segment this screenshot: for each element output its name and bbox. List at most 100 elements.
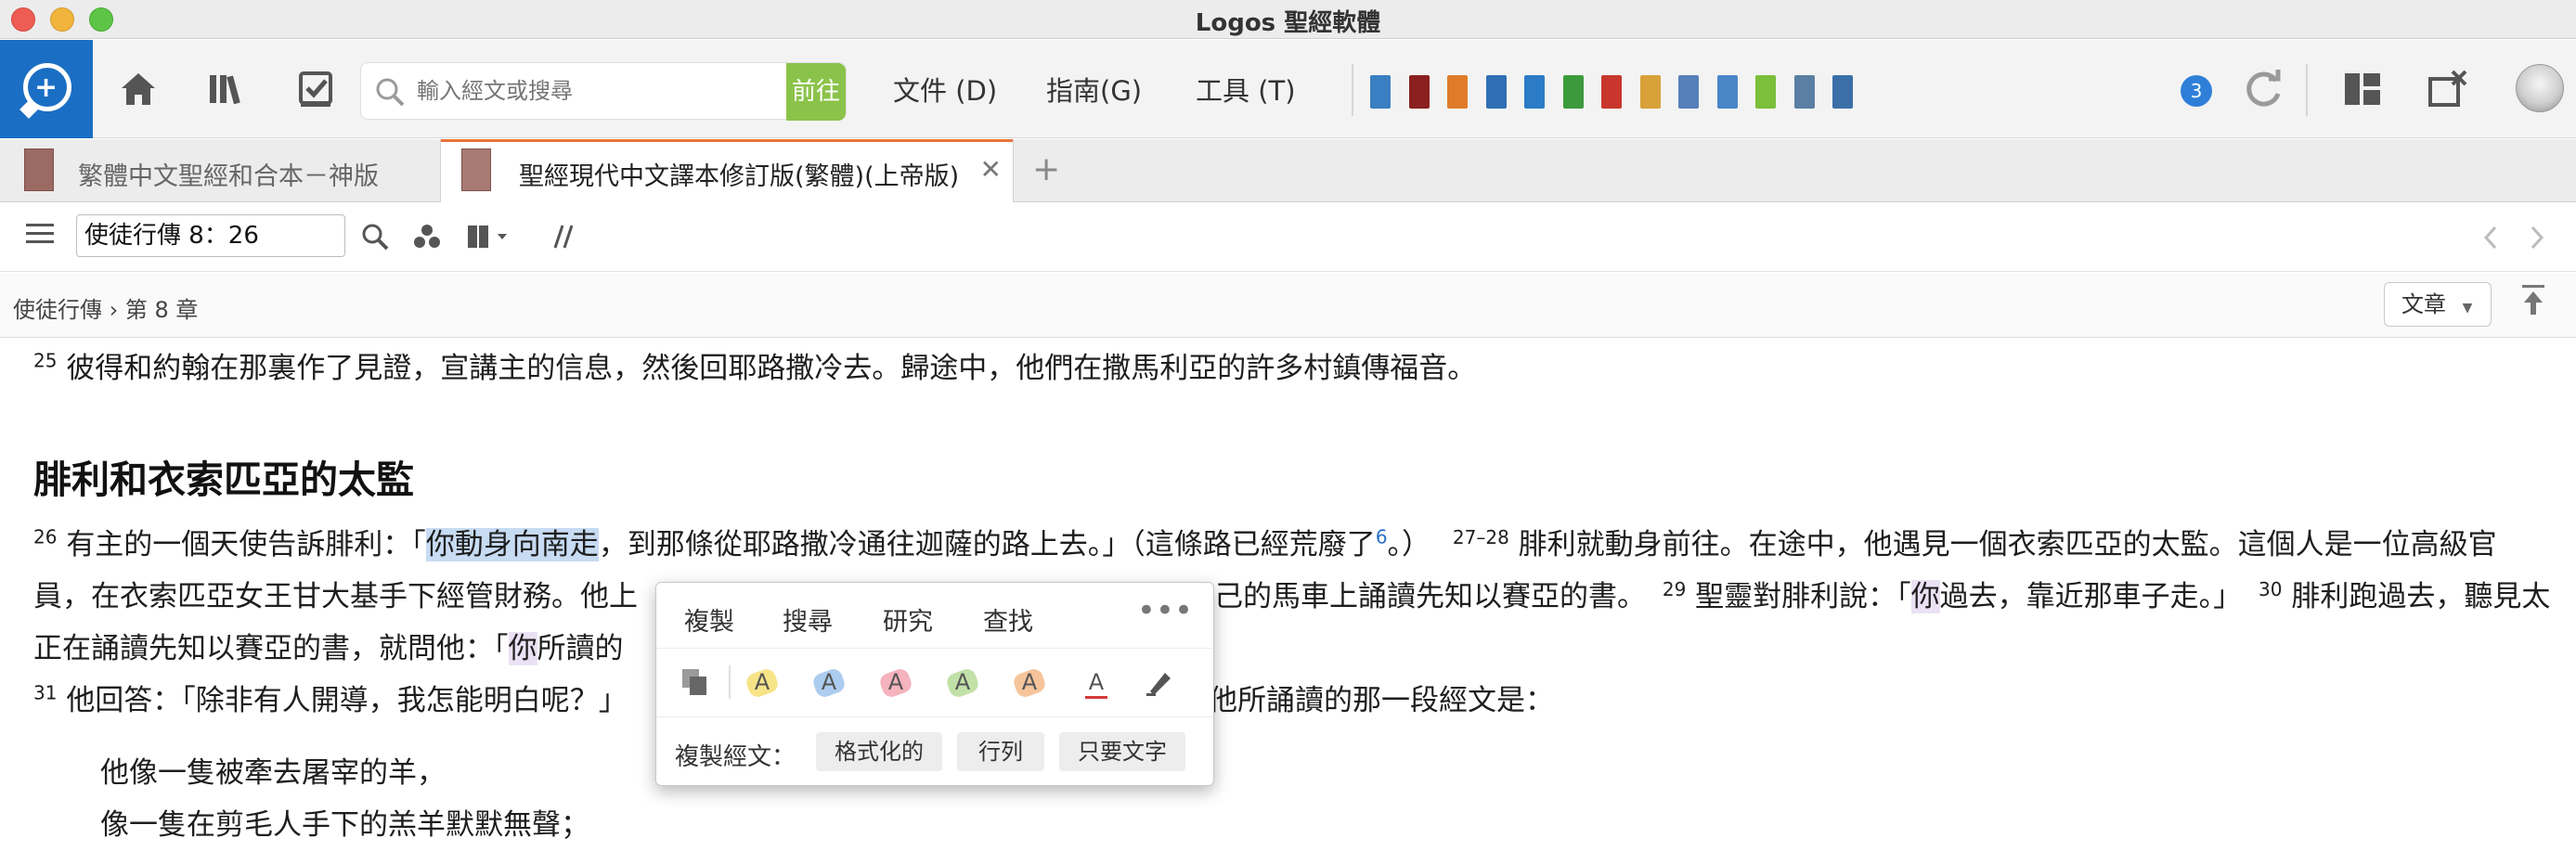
popup-divider xyxy=(729,665,731,699)
verse-text: 腓利就動身前往。在途中，他遇見一個衣索匹亞的太監。這個人是一位高級官 xyxy=(1518,528,2497,561)
highlighted-word[interactable]: 你 xyxy=(1910,580,1940,613)
selected-text[interactable]: 你動身向南走 xyxy=(425,528,599,561)
research-action[interactable]: 研究 xyxy=(883,601,933,638)
find-action[interactable]: 查找 xyxy=(983,601,1033,638)
verse-text: 他所誦讀的那一段經文是： xyxy=(1209,684,1554,717)
tab-today-chinese-version[interactable]: 聖經現代中文譯本修訂版(繁體)(上帝版) ✕ xyxy=(440,139,1014,202)
verse-number: 30 xyxy=(2259,577,2283,600)
verse-text: 他回答：「除非有人開導，我怎能明白呢？」 xyxy=(66,684,628,717)
verse-text: 員，在衣索匹亞女王甘大基手下經管財務。他上 xyxy=(33,580,638,613)
recent-book-icon[interactable] xyxy=(1562,75,1584,109)
quoted-poetry-line: 他像一隻被牽去屠宰的羊， xyxy=(100,756,446,790)
highlight-yellow-icon[interactable]: A xyxy=(744,665,781,700)
recent-book-icon[interactable] xyxy=(1716,75,1738,109)
chevron-left-icon[interactable] xyxy=(2480,224,2501,259)
verse-26-line[interactable]: 26 有主的一個天使告訴腓利：「你動身向南走，到那條從耶路撒冷通往迦薩的路上去。… xyxy=(33,524,2497,565)
view-mode-dropdown[interactable]: 文章 ▼ xyxy=(2384,282,2492,327)
breadcrumb-book[interactable]: 使徒行傳 xyxy=(13,297,102,323)
copy-text-only-button[interactable]: 只要文字 xyxy=(1059,732,1185,771)
highlight-orange-icon[interactable]: A xyxy=(1011,665,1048,700)
sync-icon[interactable] xyxy=(2241,66,2287,112)
checklist-icon[interactable] xyxy=(293,66,340,112)
search-icon[interactable] xyxy=(374,76,406,108)
search-input[interactable] xyxy=(417,72,760,110)
more-options-icon[interactable]: ••• xyxy=(1137,592,1193,629)
recent-book-icon[interactable] xyxy=(1447,75,1468,109)
verse-31-line[interactable]: 31 他回答：「除非有人開導，我怎能明白呢？」 xyxy=(33,680,628,721)
recent-book-icon[interactable] xyxy=(1524,75,1545,109)
layouts-icon[interactable] xyxy=(2339,66,2386,112)
footnote-marker[interactable]: 6 xyxy=(1376,526,1388,548)
user-avatar[interactable] xyxy=(2516,64,2564,112)
tab-label: 繁體中文聖經和合本－神版 xyxy=(78,162,379,191)
close-tab-icon[interactable]: ✕ xyxy=(980,154,1002,185)
recent-book-icon[interactable] xyxy=(1793,75,1815,109)
highlight-green-icon[interactable]: A xyxy=(944,665,981,700)
copy-verse-label: 複製經文： xyxy=(675,743,796,771)
logos-home-button[interactable]: + xyxy=(0,40,93,138)
toolbar-divider xyxy=(2306,64,2308,116)
recent-book-icon[interactable] xyxy=(1678,75,1699,109)
recent-book-icon[interactable] xyxy=(1408,75,1430,109)
book-cover-thumbnail xyxy=(461,148,491,191)
link-set-icon[interactable] xyxy=(548,222,577,259)
verse-text: ，到那條從耶路撒冷通往迦薩的路上去。」（這條路已經荒廢了 xyxy=(598,528,1376,561)
recent-book-icon[interactable] xyxy=(1639,75,1661,109)
breadcrumb-bar: 使徒行傳 › 第 8 章 文章 ▼ xyxy=(0,273,2576,338)
copy-inline-button[interactable]: 行列 xyxy=(957,732,1044,771)
tab-chinese-union-version[interactable]: 繁體中文聖經和合本－神版 xyxy=(0,139,440,202)
menu-documents[interactable]: 文件 (D) xyxy=(893,70,997,109)
main-toolbar: + 前往 文件 (D) 指南(G) 工具 (T) 3 xyxy=(0,40,2576,138)
library-icon[interactable] xyxy=(204,66,251,112)
breadcrumb-separator: › xyxy=(109,297,119,323)
notification-badge[interactable]: 3 xyxy=(2181,75,2212,107)
search-box: 前往 xyxy=(360,62,847,121)
menu-tools[interactable]: 工具 (T) xyxy=(1196,70,1296,109)
recent-book-icon[interactable] xyxy=(1755,75,1776,109)
verse-text: 腓利跑過去，聽見太 xyxy=(2291,580,2551,613)
verse-25[interactable]: 25 彼得和約翰在那裏作了見證，宣講主的信息，然後回耶路撒冷去。歸途中，他們在撒… xyxy=(33,348,1476,389)
verse-30-line[interactable]: 正在誦讀先知以賽亞的書，就問他：「你所讀的 xyxy=(33,628,624,669)
search-icon[interactable] xyxy=(360,222,390,259)
verse-text: 有主的一個天使告訴腓利：「 xyxy=(66,528,426,561)
highlighted-word[interactable]: 你 xyxy=(508,632,537,665)
window-title: Logos 聖經軟體 xyxy=(1195,9,1381,37)
scroll-to-top-icon[interactable] xyxy=(2519,282,2547,326)
verse-27-line[interactable]: 員，在衣索匹亞女王甘大基手下經管財務。他上 xyxy=(33,576,638,617)
copy-formatted-button[interactable]: 格式化的 xyxy=(816,732,942,771)
go-button[interactable]: 前往 xyxy=(786,63,846,121)
menu-guides[interactable]: 指南(G) xyxy=(1046,70,1142,109)
plus-icon: + xyxy=(34,71,58,104)
highlighter-pen-icon[interactable] xyxy=(1143,665,1176,699)
section-heading: 腓利和衣索匹亞的太監 xyxy=(33,458,414,502)
home-icon[interactable] xyxy=(115,66,162,112)
highlight-blue-icon[interactable]: A xyxy=(810,665,848,700)
reference-input[interactable]: 使徒行傳 8：26 xyxy=(76,214,345,257)
highlight-pink-icon[interactable]: A xyxy=(877,665,914,700)
popup-highlight-tools: A A A A A A xyxy=(656,648,1213,715)
close-panels-icon[interactable] xyxy=(2425,66,2471,112)
add-tab-icon[interactable]: + xyxy=(1032,150,1060,188)
recent-book-icon[interactable] xyxy=(1485,75,1507,109)
breadcrumb-chapter[interactable]: 第 8 章 xyxy=(125,297,199,323)
recent-book-icon[interactable] xyxy=(1370,75,1391,109)
verse-text: 。） xyxy=(1387,528,1431,561)
verse-text: 己的馬車上誦讀先知以賽亞的書。 xyxy=(1214,580,1646,613)
parallel-resources-icon[interactable] xyxy=(466,222,511,259)
panel-menu-icon[interactable] xyxy=(24,218,56,257)
tab-label: 聖經現代中文譯本修訂版(繁體)(上帝版) xyxy=(519,162,960,191)
title-bar: Logos 聖經軟體 xyxy=(0,0,2576,39)
visual-filters-icon[interactable] xyxy=(412,222,442,259)
verse-31-continued[interactable]: 他所誦讀的那一段經文是： xyxy=(1209,680,1554,721)
verse-28-29-30-line[interactable]: 己的馬車上誦讀先知以賽亞的書。 29 聖靈對腓利說：「你過去，靠近那車子走。」 … xyxy=(1214,576,2550,617)
recent-book-icon[interactable] xyxy=(1601,75,1622,109)
search-action[interactable]: 搜尋 xyxy=(783,601,833,638)
verse-number: 27–28 xyxy=(1452,525,1509,548)
verse-number: 26 xyxy=(33,525,58,548)
copy-action[interactable]: 複製 xyxy=(684,601,734,638)
chevron-right-icon[interactable] xyxy=(2527,224,2547,259)
breadcrumb: 使徒行傳 › 第 8 章 xyxy=(13,291,198,324)
recent-book-icon[interactable] xyxy=(1832,75,1853,109)
font-color-icon[interactable]: A xyxy=(1080,665,1113,699)
copy-icon[interactable] xyxy=(679,665,712,699)
